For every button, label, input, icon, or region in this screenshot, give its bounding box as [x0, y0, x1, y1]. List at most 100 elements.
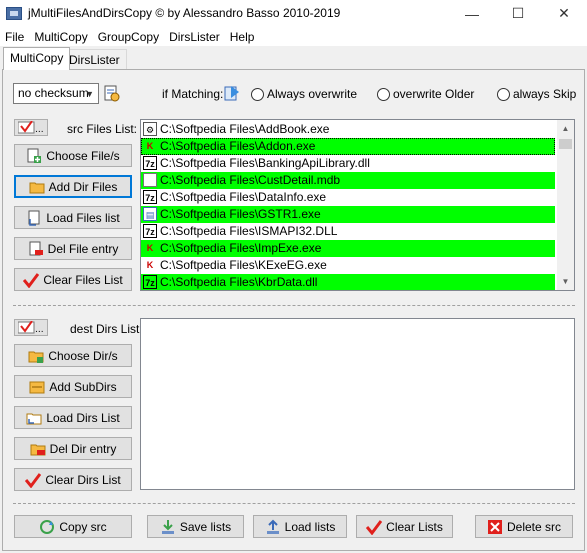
- delete-src-label: Delete src: [506, 519, 562, 534]
- window-app-icon: ▤: [143, 207, 157, 221]
- dest-dirs-list[interactable]: [140, 318, 575, 490]
- radio-always-overwrite[interactable]: [251, 88, 264, 101]
- copy-sync-icon: [40, 519, 55, 534]
- delete-src-button[interactable]: Delete src: [475, 515, 573, 538]
- add-subdirs-label: Add SubDirs: [49, 379, 117, 394]
- load-files-list-label: Load Files list: [46, 210, 120, 225]
- radio-always-skip[interactable]: [497, 88, 510, 101]
- dest-check-button[interactable]: ...: [14, 319, 48, 336]
- file-path: C:\Softpedia Files\DataInfo.exe: [160, 190, 327, 204]
- list-item[interactable]: ▤ C:\Softpedia Files\GSTR1.exe: [141, 206, 555, 223]
- ka-app-icon: K: [146, 243, 154, 253]
- menu-file[interactable]: File: [0, 30, 29, 44]
- clear-files-list-button[interactable]: Clear Files List: [14, 268, 132, 291]
- choose-dirs-label: Choose Dir/s: [48, 348, 118, 363]
- separator: [13, 503, 575, 504]
- checkmark-icon: [366, 519, 383, 535]
- add-dir-files-label: Add Dir Files: [48, 179, 118, 194]
- separator: [13, 305, 575, 306]
- add-subdirs-button[interactable]: Add SubDirs: [14, 375, 132, 398]
- scroll-down-icon[interactable]: ▼: [557, 273, 574, 290]
- ka-app-icon: K: [146, 141, 154, 151]
- list-item[interactable]: 7z C:\Softpedia Files\KbrData.dll: [141, 274, 555, 290]
- clear-lists-button[interactable]: Clear Lists: [356, 515, 453, 538]
- close-button[interactable]: ✕: [541, 0, 587, 27]
- file-path: C:\Softpedia Files\ImpExe.exe: [160, 241, 322, 255]
- choose-files-button[interactable]: Choose File/s: [14, 144, 132, 167]
- list-item[interactable]: K C:\Softpedia Files\Addon.exe: [141, 138, 555, 155]
- save-download-icon: [161, 519, 174, 534]
- load-lists-button[interactable]: Load lists: [253, 515, 347, 538]
- list-item[interactable]: K C:\Softpedia Files\ImpExe.exe: [141, 240, 555, 257]
- delete-x-icon: [487, 519, 502, 534]
- del-file-entry-button[interactable]: Del File entry: [14, 237, 132, 260]
- copy-src-label: Copy src: [59, 519, 107, 534]
- list-item[interactable]: K C:\Softpedia Files\KExeEG.exe: [141, 257, 555, 274]
- document-icon: [143, 173, 157, 187]
- vertical-scrollbar[interactable]: ▲ ▼: [557, 120, 574, 290]
- folder-icon: [29, 182, 45, 193]
- src-check-button[interactable]: ...: [14, 119, 48, 136]
- window-title: jMultiFilesAndDirsCopy © by Alessandro B…: [28, 6, 341, 20]
- scroll-up-icon[interactable]: ▲: [557, 120, 574, 137]
- archive-icon: 7z: [143, 224, 157, 238]
- tab-dirslister[interactable]: DirsLister: [62, 49, 127, 69]
- add-file-icon: [27, 148, 42, 163]
- load-dirs-list-label: Load Dirs List: [46, 410, 120, 425]
- list-item[interactable]: C:\Softpedia Files\CustDetail.mdb: [141, 172, 555, 189]
- file-path: C:\Softpedia Files\Addon.exe: [160, 139, 316, 153]
- radio-always-skip-label: always Skip: [513, 87, 577, 101]
- checkmark-icon: [23, 272, 40, 288]
- file-path: C:\Softpedia Files\ISMAPI32.DLL: [160, 224, 338, 238]
- checksum-select[interactable]: no checksum ▼: [13, 83, 99, 104]
- delete-folder-icon: [30, 444, 46, 455]
- list-item[interactable]: 7z C:\Softpedia Files\DataInfo.exe: [141, 189, 555, 206]
- tab-multicopy[interactable]: MultiCopy: [3, 47, 71, 70]
- del-dir-entry-button[interactable]: Del Dir entry: [14, 437, 132, 460]
- menu-bar: File MultiCopy GroupCopy DirsLister Help: [0, 27, 587, 46]
- choose-files-label: Choose File/s: [46, 148, 120, 163]
- del-dir-entry-label: Del Dir entry: [49, 441, 117, 456]
- app-icon: [6, 7, 22, 20]
- delete-file-icon: [29, 241, 43, 255]
- load-lists-label: Load lists: [284, 519, 336, 534]
- archive-icon: 7z: [143, 190, 157, 204]
- menu-groupcopy[interactable]: GroupCopy: [93, 30, 164, 44]
- src-files-list[interactable]: ⚙ C:\Softpedia Files\AddBook.exe K C:\So…: [140, 119, 575, 291]
- list-item[interactable]: 7z C:\Softpedia Files\ISMAPI32.DLL: [141, 223, 555, 240]
- dest-dirs-label: dest Dirs List:: [70, 322, 143, 336]
- file-path: C:\Softpedia Files\KExeEG.exe: [160, 258, 327, 272]
- scroll-thumb[interactable]: [559, 139, 572, 149]
- ka-app-icon: K: [146, 260, 154, 270]
- load-files-list-button[interactable]: Load Files list: [14, 206, 132, 229]
- load-list-icon: [28, 210, 40, 226]
- svg-text:...: ...: [35, 125, 44, 134]
- choose-dirs-button[interactable]: Choose Dir/s: [14, 344, 132, 367]
- menu-help[interactable]: Help: [225, 30, 260, 44]
- file-path: C:\Softpedia Files\BankingApiLibrary.dll: [160, 156, 370, 170]
- minimize-button[interactable]: —: [449, 0, 495, 27]
- checklist-icon: ...: [18, 121, 44, 134]
- menu-dirslister[interactable]: DirsLister: [164, 30, 225, 44]
- radio-overwrite-older[interactable]: [377, 88, 390, 101]
- copy-src-button[interactable]: Copy src: [14, 515, 132, 538]
- maximize-button[interactable]: ☐: [495, 0, 541, 27]
- clear-dirs-list-label: Clear Dirs List: [45, 472, 121, 487]
- del-file-entry-label: Del File entry: [47, 241, 119, 256]
- clear-dirs-list-button[interactable]: Clear Dirs List: [14, 468, 132, 491]
- add-dir-files-button[interactable]: Add Dir Files: [14, 175, 132, 198]
- checklist-icon: ...: [18, 321, 44, 334]
- list-item[interactable]: ⚙ C:\Softpedia Files\AddBook.exe: [141, 121, 555, 138]
- subfolders-icon: [29, 381, 45, 393]
- save-lists-button[interactable]: Save lists: [147, 515, 244, 538]
- load-dirs-list-button[interactable]: Load Dirs List: [14, 406, 132, 429]
- menu-multicopy[interactable]: MultiCopy: [29, 30, 92, 44]
- list-item[interactable]: 7z C:\Softpedia Files\BankingApiLibrary.…: [141, 155, 555, 172]
- checksum-value: no checksum: [18, 86, 89, 100]
- if-matching-label: if Matching:: [162, 87, 224, 101]
- load-upload-icon: [266, 519, 279, 534]
- file-path: C:\Softpedia Files\KbrData.dll: [160, 275, 318, 289]
- chevron-down-icon: ▼: [85, 89, 94, 99]
- svg-text:...: ...: [35, 325, 44, 334]
- checksum-settings-icon[interactable]: [104, 85, 120, 102]
